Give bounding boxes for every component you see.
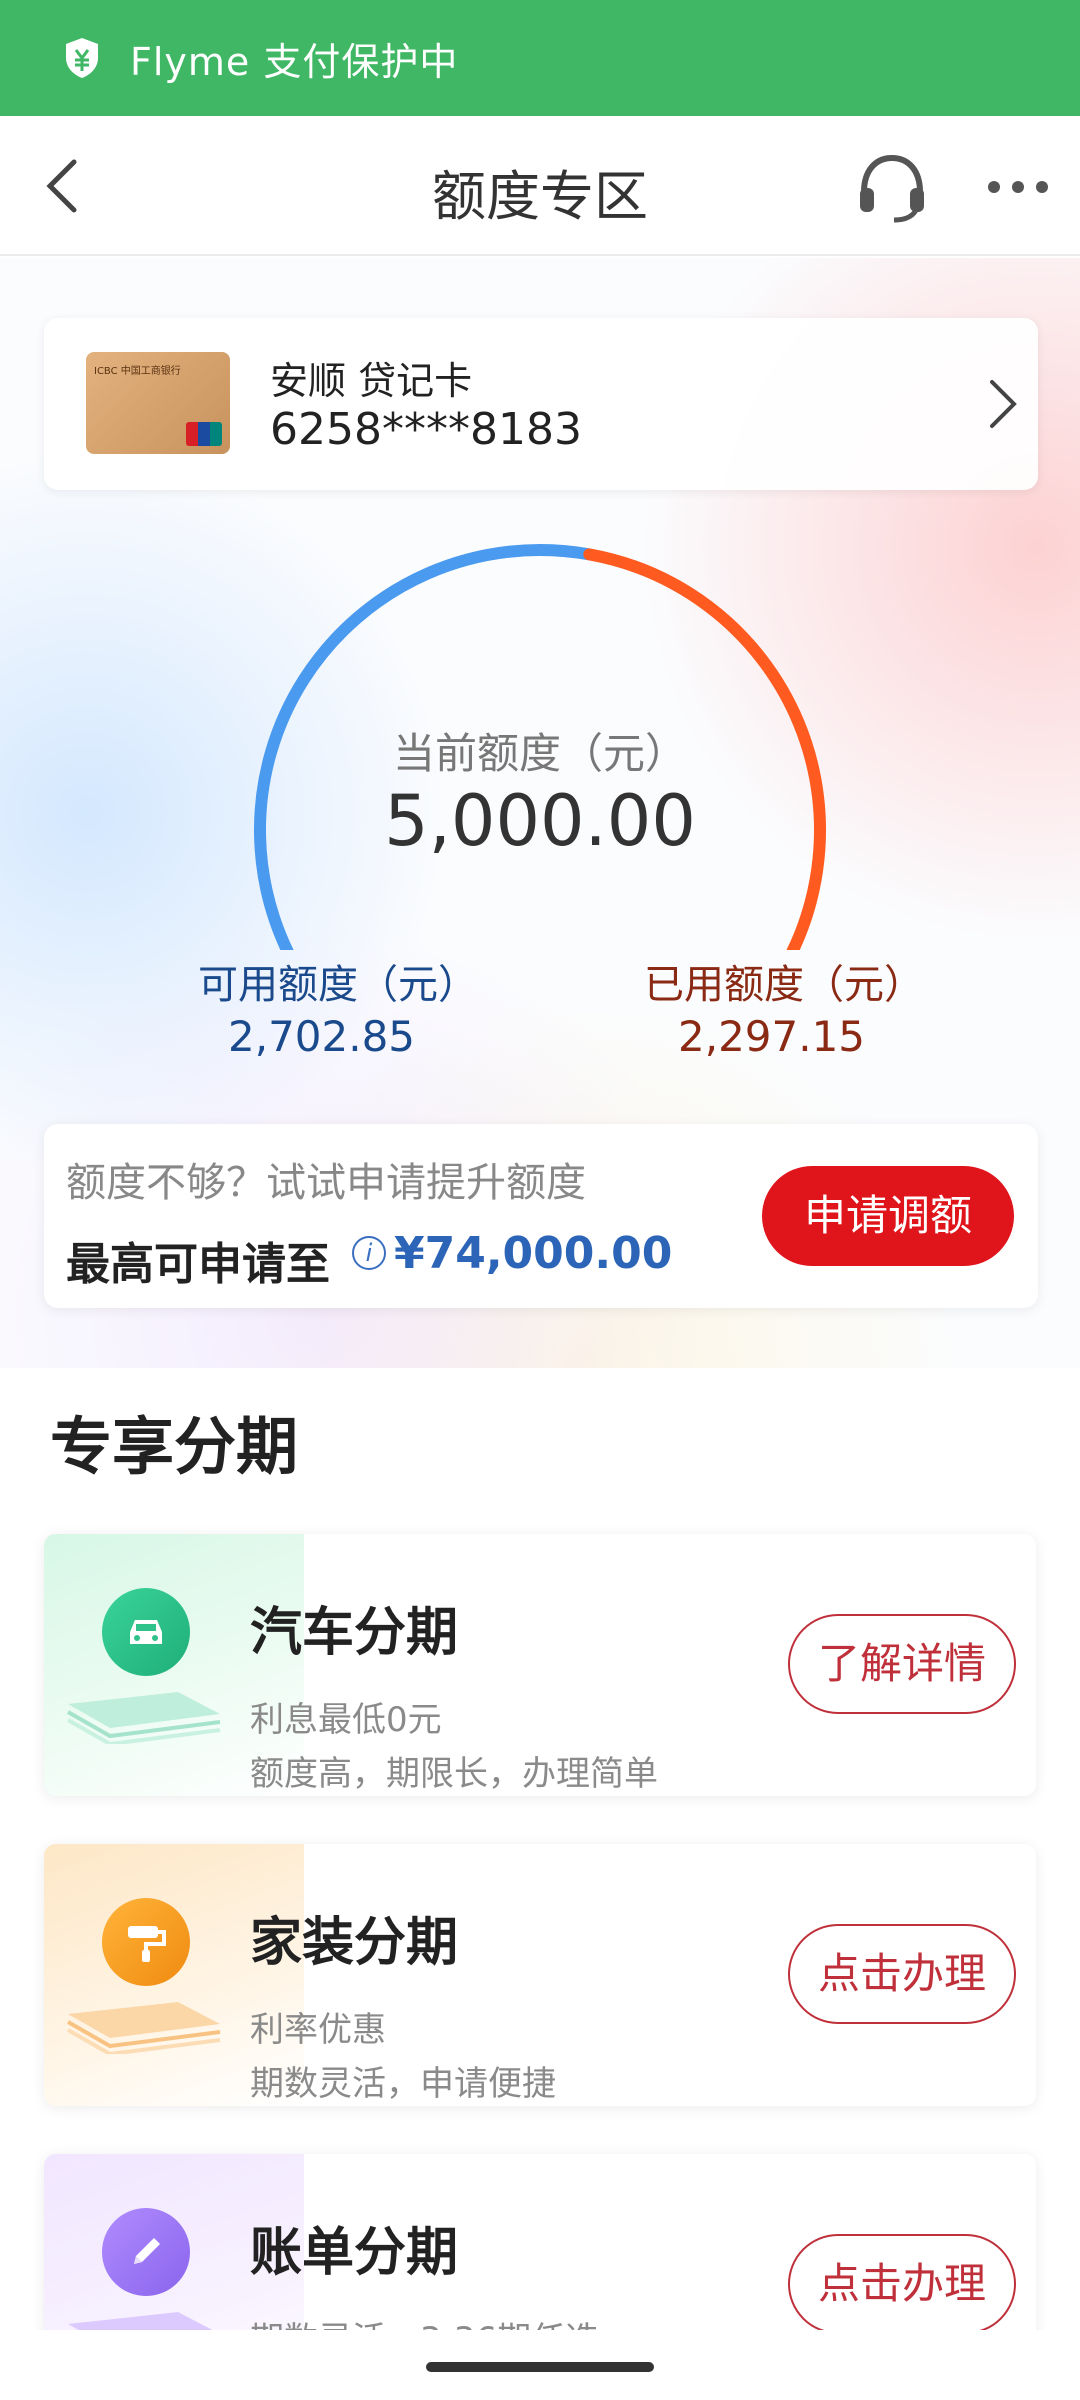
- installment-item-car[interactable]: 汽车分期 利息最低0元 额度高，期限长，办理简单 了解详情: [44, 1534, 1036, 1796]
- item-title: 汽车分期: [250, 1603, 459, 1663]
- card-name: 安顺 贷记卡: [270, 359, 473, 403]
- platform-graphic: [67, 1692, 221, 1744]
- unionpay-logo: [186, 422, 222, 446]
- installment-item-home[interactable]: 家装分期 利率优惠 期数灵活，申请便捷 点击办理: [44, 1844, 1036, 2106]
- pencil-icon: [102, 2208, 190, 2296]
- card-number: 6258****8183: [270, 404, 582, 455]
- card-bank-text: ICBC 中国工商银行: [94, 366, 181, 377]
- used-limit-label: 已用额度（元）: [644, 962, 924, 1008]
- raise-limit-question: 额度不够？试试申请提升额度: [66, 1160, 586, 1206]
- max-apply-label: 最高可申请至: [66, 1239, 330, 1290]
- apply-now-button[interactable]: 点击办理: [788, 2234, 1016, 2334]
- item-subtitle-1: 利息最低0元: [250, 1700, 442, 1740]
- current-limit-label: 当前额度（元）: [392, 729, 687, 778]
- learn-more-button[interactable]: 了解详情: [788, 1614, 1016, 1714]
- item-subtitle-1: 利率优惠: [250, 2010, 386, 2050]
- platform-graphic: [67, 2002, 221, 2054]
- paint-roller-icon: [102, 1898, 190, 1986]
- shield-icon: [66, 38, 98, 78]
- card-selector[interactable]: ICBC 中国工商银行 安顺 贷记卡 6258****8183: [44, 318, 1038, 490]
- item-subtitle-2: 期数灵活，申请便捷: [250, 2064, 556, 2104]
- section-title: 专享分期: [50, 1410, 299, 1483]
- payment-protection-banner: Flyme 支付保护中: [0, 0, 1080, 116]
- item-title: 账单分期: [250, 2223, 459, 2283]
- apply-now-button[interactable]: 点击办理: [788, 1924, 1016, 2024]
- chevron-right-icon: [990, 380, 1017, 428]
- info-icon[interactable]: i: [352, 1236, 386, 1270]
- used-limit-value: 2,297.15: [678, 1012, 866, 1061]
- car-icon: [102, 1588, 190, 1676]
- current-limit-value: 5,000.00: [384, 780, 696, 862]
- available-limit-label: 可用额度（元）: [198, 962, 478, 1008]
- item-title: 家装分期: [250, 1913, 459, 1973]
- more-dots-icon[interactable]: [986, 172, 1050, 202]
- raise-limit-card: 额度不够？试试申请提升额度 最高可申请至 i ¥74,000.00 申请调额: [44, 1124, 1038, 1308]
- max-apply-amount: ¥74,000.00: [394, 1228, 673, 1279]
- card-image: ICBC 中国工商银行: [86, 352, 230, 454]
- home-indicator[interactable]: [426, 2362, 654, 2372]
- nav-bar: 额度专区: [0, 116, 1080, 256]
- available-limit-value: 2,702.85: [228, 1012, 416, 1061]
- banner-text: Flyme 支付保护中: [130, 39, 459, 84]
- headset-icon[interactable]: [854, 150, 930, 226]
- item-subtitle-2: 额度高，期限长，办理简单: [250, 1754, 658, 1794]
- apply-raise-button[interactable]: 申请调额: [762, 1166, 1014, 1266]
